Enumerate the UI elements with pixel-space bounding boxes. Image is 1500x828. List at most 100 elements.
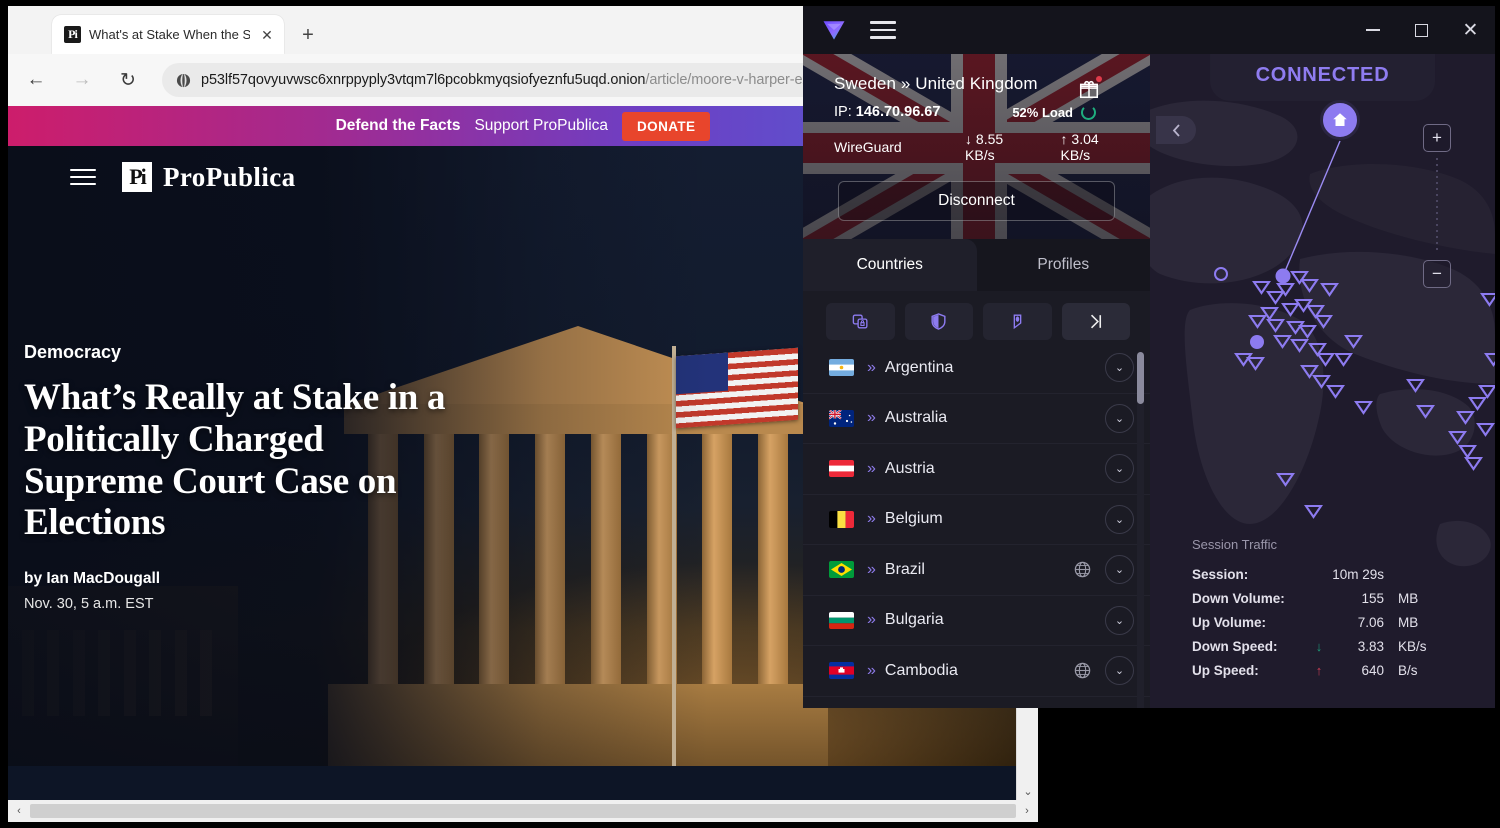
country-row-cambodia[interactable]: » Cambodia ⌄ [803, 646, 1150, 697]
row-unit: MB [1398, 614, 1419, 630]
hamburger-icon[interactable] [70, 164, 96, 190]
country-name: Bulgaria [884, 611, 944, 629]
ip-value: 146.70.96.67 [855, 104, 941, 120]
country-row-belgium[interactable]: » Belgium ⌄ [803, 495, 1150, 545]
cambodia-flag-icon [829, 662, 854, 680]
propublica-favicon-icon: Pi [64, 26, 81, 43]
tor-button[interactable] [983, 303, 1052, 340]
horizontal-scroll-thumb[interactable] [30, 804, 1016, 818]
article-date: Nov. 30, 5 a.m. EST [24, 596, 154, 613]
austria-flag-icon [829, 460, 854, 478]
zoom-in-button[interactable]: + [1423, 124, 1451, 152]
maximize-button[interactable] [1397, 6, 1446, 54]
country-row-austria[interactable]: » Austria ⌄ [803, 444, 1150, 495]
row-value: 7.06 [1357, 614, 1384, 630]
back-button[interactable]: ← [18, 62, 54, 98]
window-controls: ✕ [1348, 6, 1495, 54]
download-arrow-icon: ↓ [1315, 638, 1323, 654]
expand-country-icon[interactable]: ⌄ [1105, 555, 1134, 585]
vpn-feature-toolbar [803, 291, 1150, 350]
expand-country-icon[interactable]: ⌄ [1105, 454, 1134, 484]
forward-button[interactable]: → [64, 62, 100, 98]
scrollbar-thumb[interactable] [1137, 352, 1144, 404]
url-path: /article/moore-v-harper-expla [645, 72, 829, 88]
article-byline[interactable]: by Ian MacDougall [24, 570, 454, 588]
row-value: 155 [1361, 590, 1384, 606]
home-location-pin[interactable] [1320, 100, 1360, 140]
donate-button[interactable]: DONATE [622, 111, 711, 141]
load-ring-icon [1081, 104, 1096, 120]
session-row-up-volume: Up Volume: 7.06 MB [1192, 610, 1452, 634]
vpn-titlebar: ✕ [803, 6, 1495, 54]
expand-country-icon[interactable]: ⌄ [1105, 656, 1134, 686]
article-headline: What’s Really at Stake in a Politically … [24, 377, 446, 544]
new-tab-button[interactable]: + [296, 24, 320, 48]
vpn-menu-icon[interactable] [870, 16, 896, 43]
url-text: p53lf57qovyuvwsc6xnrppyply3vtqm7l6pcobkm… [201, 72, 829, 88]
row-value: 3.83 [1357, 638, 1384, 654]
connection-status-card: Sweden » United Kingdom IP: 146.70.96.67… [803, 54, 1150, 239]
row-unit: B/s [1398, 662, 1418, 678]
upload-rate: ↑ 3.04 KB/s [1061, 131, 1130, 163]
tab-countries[interactable]: Countries [803, 239, 977, 291]
belgium-flag-icon [829, 510, 854, 528]
country-row-argentina[interactable]: » Argentina ⌄ [803, 343, 1150, 394]
globe-icon[interactable] [1073, 661, 1092, 680]
globe-icon[interactable] [1073, 560, 1092, 579]
zoom-out-button[interactable]: − [1423, 260, 1451, 288]
country-row-australia[interactable]: » Australia ⌄ [803, 394, 1150, 444]
row-value: 640 [1361, 662, 1384, 678]
tab-profiles[interactable]: Profiles [977, 239, 1151, 291]
vpn-world-map[interactable]: CONNECTED + − Session Traffic Session: 1… [1150, 54, 1495, 708]
map-zoom-controls: + − [1423, 124, 1451, 288]
banner-headline: Defend the Facts [335, 117, 461, 134]
download-rate: ↓ 8.55 KB/s [965, 131, 1034, 163]
propublica-logo-mark-icon: Pi [122, 162, 152, 192]
scroll-left-arrow-icon[interactable]: ‹ [8, 805, 30, 817]
row-unit: MB [1398, 590, 1419, 606]
secure-core-button[interactable] [826, 303, 895, 340]
article-kicker[interactable]: Democracy [24, 342, 454, 363]
chevrons-icon: » [867, 358, 876, 376]
country-list[interactable]: » Argentina ⌄ » Australia ⌄ » Austria ⌄ … [803, 343, 1150, 708]
close-button[interactable]: ✕ [1446, 6, 1495, 54]
country-name: Australia [884, 409, 948, 427]
expand-country-icon[interactable]: ⌄ [1105, 353, 1134, 383]
secure-core-icon [852, 314, 868, 329]
scroll-right-arrow-icon[interactable]: › [1016, 805, 1038, 817]
country-name: Argentina [884, 358, 954, 376]
page-horizontal-scrollbar[interactable]: ‹ › [8, 800, 1038, 822]
vpn-tabs: Countries Profiles [803, 239, 1150, 291]
row-unit: KB/s [1398, 638, 1427, 654]
browser-tab[interactable]: Pi What's at Stake When the Supre ✕ [52, 15, 284, 54]
country-row-bulgaria[interactable]: » Bulgaria ⌄ [803, 596, 1150, 646]
bulgaria-flag-icon [829, 611, 854, 629]
protonvpn-logo-icon [823, 21, 845, 40]
disconnect-button[interactable]: Disconnect [838, 181, 1115, 221]
expand-country-icon[interactable]: ⌄ [1105, 504, 1134, 534]
chevrons-icon: » [867, 459, 876, 477]
tab-title: What's at Stake When the Supre [89, 27, 250, 42]
country-name: Cambodia [884, 661, 958, 679]
scroll-down-arrow-icon[interactable]: ⌄ [1017, 785, 1038, 798]
row-label: Down Speed: [1192, 638, 1278, 654]
country-list-scrollbar[interactable] [1137, 352, 1144, 708]
quick-connect-button[interactable] [1061, 303, 1130, 340]
propublica-logo[interactable]: Pi ProPublica [122, 162, 296, 193]
zoom-slider[interactable] [1436, 158, 1438, 254]
expand-country-icon[interactable]: ⌄ [1105, 403, 1134, 433]
expand-country-icon[interactable]: ⌄ [1105, 605, 1134, 635]
collapse-sidebar-button[interactable] [1156, 116, 1196, 144]
reload-button[interactable]: ↻ [110, 62, 146, 98]
vpn-application-window: ✕ Sweden » United Kingdom IP: 146.70.96.… [803, 6, 1495, 708]
minimize-button[interactable] [1348, 6, 1397, 54]
country-row-brazil[interactable]: » Brazil ⌄ [803, 545, 1150, 596]
close-tab-icon[interactable]: ✕ [258, 26, 276, 44]
download-arrow-icon: ↓ [965, 131, 973, 147]
row-label: Session: [1192, 566, 1249, 582]
banner-subtext: Support ProPublica [474, 117, 609, 134]
session-row-session: Session: 10m 29s [1192, 562, 1452, 586]
country-name: Austria [884, 459, 935, 477]
gift-notification-dot [1096, 76, 1102, 82]
netshield-button[interactable] [904, 303, 973, 340]
